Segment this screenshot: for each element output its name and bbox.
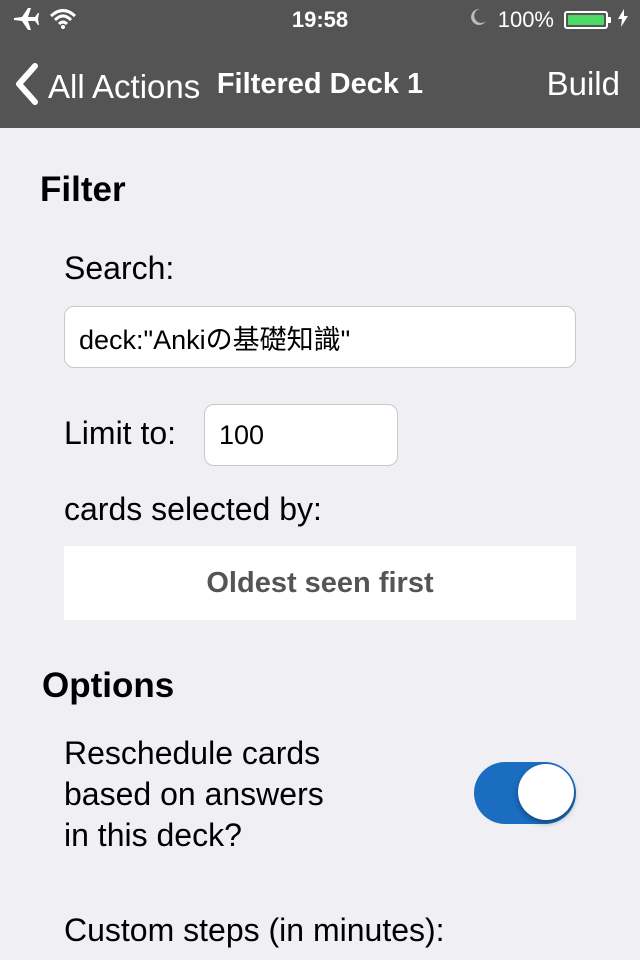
navigation-bar: All Actions Filtered Deck 1 Build bbox=[0, 40, 640, 128]
selected-by-label: cards selected by: bbox=[64, 491, 322, 527]
chevron-left-icon bbox=[14, 62, 40, 111]
charging-bolt-icon bbox=[618, 7, 628, 33]
toggle-knob bbox=[518, 764, 574, 820]
back-button[interactable]: All Actions bbox=[14, 62, 200, 111]
status-bar-right: 100% bbox=[468, 7, 628, 33]
back-button-label: All Actions bbox=[48, 67, 201, 105]
reschedule-label-line: Reschedule cards bbox=[64, 735, 321, 771]
search-input-value: deck:"Ankiの基礎知識" bbox=[79, 324, 351, 355]
order-select-button[interactable]: Oldest seen first bbox=[64, 546, 576, 620]
battery-icon bbox=[564, 11, 611, 29]
reschedule-label: Reschedule cards based on answers in thi… bbox=[64, 733, 324, 856]
limit-input[interactable]: 100 bbox=[204, 404, 398, 466]
moon-icon bbox=[468, 7, 488, 33]
battery-percent: 100% bbox=[497, 7, 554, 32]
options-section-title: Options bbox=[42, 666, 175, 705]
build-button[interactable]: Build bbox=[547, 62, 620, 106]
status-bar: 19:58 100% bbox=[0, 0, 640, 40]
reschedule-toggle[interactable] bbox=[474, 762, 576, 824]
battery-fill bbox=[568, 15, 604, 25]
filter-section-title: Filter bbox=[40, 170, 126, 209]
search-label: Search: bbox=[64, 250, 175, 286]
reschedule-label-line: in this deck? bbox=[64, 817, 242, 853]
order-select-value: Oldest seen first bbox=[206, 566, 434, 599]
reschedule-label-line: based on answers bbox=[64, 776, 324, 812]
custom-steps-label: Custom steps (in minutes): bbox=[64, 912, 445, 948]
limit-label: Limit to: bbox=[64, 415, 177, 451]
battery-tip bbox=[608, 17, 611, 23]
search-input[interactable]: deck:"Ankiの基礎知識" bbox=[64, 306, 576, 368]
limit-input-value: 100 bbox=[219, 419, 265, 450]
